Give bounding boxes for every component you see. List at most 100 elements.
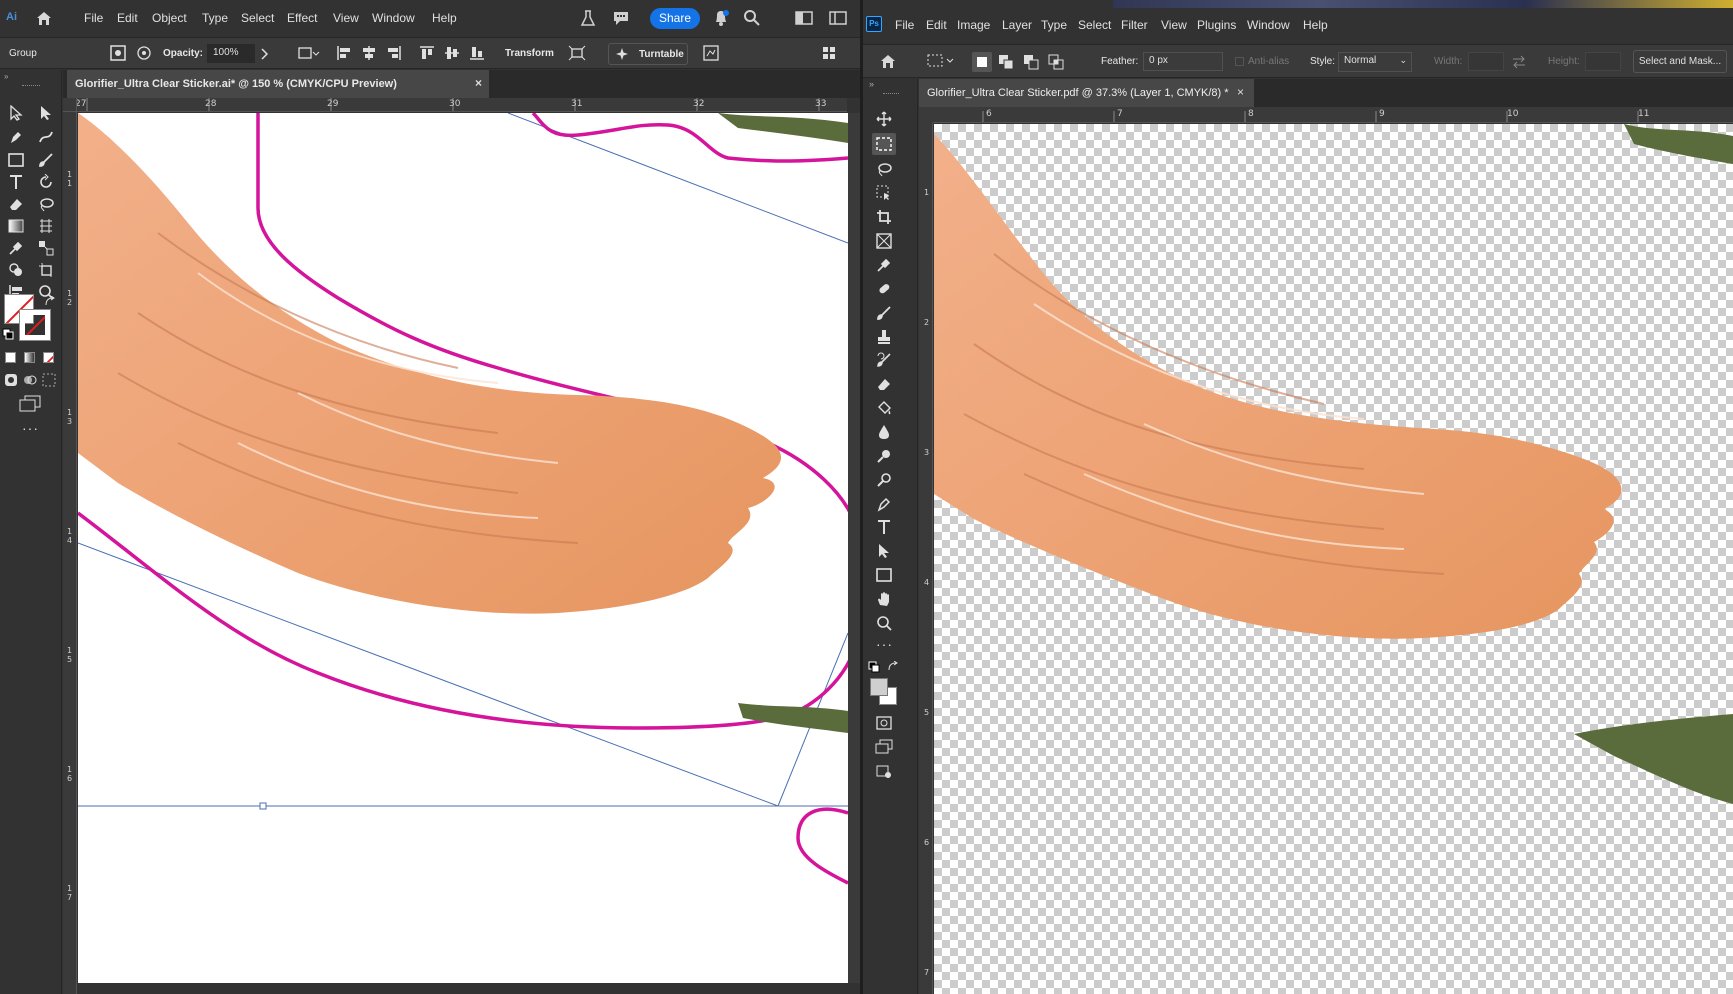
isolate-icon[interactable] <box>568 45 586 61</box>
ps-menu-image[interactable]: Image <box>957 18 990 32</box>
ps-menu-filter[interactable]: Filter <box>1121 18 1148 32</box>
ai-vertical-scrollbar[interactable] <box>848 113 860 983</box>
panel-collapse-icon[interactable]: » <box>4 72 8 81</box>
curvature-tool-icon[interactable] <box>34 126 58 148</box>
eraser-tool-icon[interactable] <box>872 373 896 395</box>
foreground-color-swatch[interactable] <box>870 678 888 696</box>
rectangle-tool-icon[interactable] <box>4 149 28 171</box>
screen-mode-icon[interactable] <box>19 395 41 413</box>
close-tab-icon[interactable]: × <box>475 76 482 90</box>
share-button[interactable]: Share <box>650 8 700 29</box>
ai-menu-type[interactable]: Type <box>202 11 228 25</box>
search-icon[interactable] <box>743 9 761 27</box>
pen-tool-icon[interactable] <box>4 126 28 148</box>
ai-document-tab[interactable]: Glorifier_Ultra Clear Sticker.ai* @ 150 … <box>67 70 489 98</box>
lasso-tool-icon[interactable] <box>34 193 58 215</box>
shape-builder-tool-icon[interactable] <box>4 259 28 281</box>
artboard-tool-icon[interactable] <box>34 259 58 281</box>
marquee-tool-icon[interactable] <box>872 133 896 155</box>
align-left-icon[interactable] <box>336 45 352 61</box>
ps-menu-file[interactable]: File <box>895 18 914 32</box>
select-and-mask-button[interactable]: Select and Mask... <box>1633 50 1727 73</box>
intersect-selection-icon[interactable] <box>1048 54 1064 70</box>
arrange-documents-icon[interactable] <box>795 11 813 25</box>
gradient-mode-icon[interactable] <box>24 352 35 363</box>
gradient-tool-icon[interactable] <box>4 215 28 237</box>
share-image-icon[interactable] <box>872 760 896 782</box>
dodge-tool-icon[interactable] <box>872 445 896 467</box>
panel-collapse-icon[interactable]: » <box>869 79 874 89</box>
workspace-icon[interactable] <box>829 11 847 25</box>
stroke-swatch[interactable] <box>20 310 50 340</box>
ps-menu-help[interactable]: Help <box>1303 18 1328 32</box>
lasso-tool-icon[interactable] <box>872 158 896 180</box>
recolor-icon[interactable] <box>110 45 126 61</box>
default-fill-stroke-icon[interactable] <box>2 328 14 340</box>
path-selection-tool-icon[interactable] <box>872 540 896 562</box>
ai-menu-select[interactable]: Select <box>241 11 274 25</box>
clone-stamp-tool-icon[interactable] <box>872 326 896 348</box>
close-tab-icon[interactable]: × <box>1237 85 1244 99</box>
ai-menu-object[interactable]: Object <box>152 11 187 25</box>
draw-mode-icon[interactable] <box>4 373 18 387</box>
zoom-tool-icon[interactable] <box>872 612 896 634</box>
panel-grip[interactable] <box>22 85 40 87</box>
turntable-button[interactable]: Turntable <box>608 43 688 65</box>
draw-behind-icon[interactable] <box>23 373 37 387</box>
align-right-icon[interactable] <box>386 45 402 61</box>
rotate-tool-icon[interactable] <box>34 171 58 193</box>
ai-menu-edit[interactable]: Edit <box>117 11 138 25</box>
color-mode-icon[interactable] <box>5 352 16 363</box>
feather-input[interactable]: 0 px <box>1143 52 1223 71</box>
arrange-panel-icon[interactable] <box>822 46 836 60</box>
opacity-input[interactable]: 100% <box>207 44 255 63</box>
align-bottom-icon[interactable] <box>469 45 485 61</box>
align-top-icon[interactable] <box>419 45 435 61</box>
align-middle-v-icon[interactable] <box>444 45 460 61</box>
swap-colors-icon[interactable] <box>887 661 899 673</box>
ai-menu-window[interactable]: Window <box>372 11 415 25</box>
zoom-lens-tool-icon[interactable] <box>872 469 896 491</box>
paint-bucket-tool-icon[interactable] <box>872 397 896 419</box>
rectangle-tool-icon[interactable] <box>872 564 896 586</box>
type-tool-icon[interactable] <box>4 171 28 193</box>
ps-document-tab[interactable]: Glorifier_Ultra Clear Sticker.pdf @ 37.3… <box>919 79 1254 107</box>
eraser-tool-icon[interactable] <box>4 193 28 215</box>
ps-menu-layer[interactable]: Layer <box>1002 18 1032 32</box>
ai-menu-help[interactable]: Help <box>432 11 457 25</box>
eyedropper-tool-icon[interactable] <box>4 237 28 259</box>
healing-brush-tool-icon[interactable] <box>872 278 896 300</box>
more-tools-icon[interactable]: ··· <box>22 420 39 436</box>
align-to-icon[interactable] <box>298 46 320 60</box>
ai-menu-file[interactable]: File <box>84 11 103 25</box>
image-trace-icon[interactable] <box>703 45 719 61</box>
crop-tool-icon[interactable] <box>872 206 896 228</box>
quick-mask-icon[interactable] <box>872 712 896 734</box>
ps-menu-window[interactable]: Window <box>1247 18 1290 32</box>
ps-menu-plugins[interactable]: Plugins <box>1197 18 1236 32</box>
swap-dimensions-icon[interactable] <box>1511 55 1527 69</box>
draw-inside-icon[interactable] <box>42 373 56 387</box>
brush-tool-icon[interactable] <box>872 302 896 324</box>
new-selection-icon[interactable] <box>972 52 992 72</box>
more-tools-icon[interactable]: ··· <box>876 636 893 652</box>
marquee-preset-icon[interactable] <box>927 53 955 69</box>
ps-canvas[interactable] <box>934 124 1733 994</box>
pen-tool-icon[interactable] <box>872 493 896 515</box>
ai-menu-effect[interactable]: Effect <box>287 11 317 25</box>
ps-menu-view[interactable]: View <box>1161 18 1187 32</box>
type-tool-icon[interactable] <box>872 516 896 538</box>
opacity-arrow-icon[interactable] <box>260 48 268 60</box>
none-mode-icon[interactable] <box>43 352 54 363</box>
home-icon[interactable] <box>879 53 897 69</box>
style-select[interactable]: Normal ⌄ <box>1338 52 1412 72</box>
object-selection-tool-icon[interactable] <box>872 182 896 204</box>
paintbrush-tool-icon[interactable] <box>34 149 58 171</box>
mesh-tool-icon[interactable] <box>34 215 58 237</box>
transform-button[interactable]: Transform <box>505 48 554 59</box>
ps-menu-select[interactable]: Select <box>1078 18 1111 32</box>
blend-tool-icon[interactable] <box>34 237 58 259</box>
ai-menu-view[interactable]: View <box>333 11 359 25</box>
ps-menu-edit[interactable]: Edit <box>926 18 947 32</box>
frame-tool-icon[interactable] <box>872 230 896 252</box>
